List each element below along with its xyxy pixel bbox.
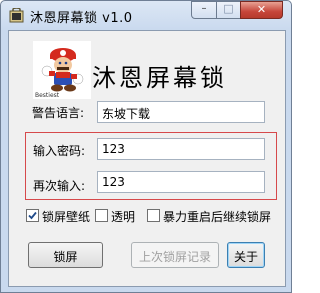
last-lock-record-button[interactable]: 上次锁屏记录 [131,242,219,268]
lock-button[interactable]: 锁屏 [28,242,103,268]
main-window: 沐恩屏幕锁 v1.0 – □ ✕ Bestiest 沐恩屏幕锁 警告语言: 东坡… [0,0,292,293]
window-title: 沐恩屏幕锁 v1.0 [30,11,133,26]
minimize-button[interactable]: – [191,1,217,19]
warning-text-field[interactable]: 东坡下载 [97,101,265,123]
close-button[interactable]: ✕ [240,1,283,19]
mario-logo-icon: Bestiest [33,41,91,99]
client-area: Bestiest 沐恩屏幕锁 警告语言: 东坡下载 输入密码: 123 再次输入… [8,30,286,287]
option-persist-after-reboot[interactable]: 暴力重启后继续锁屏 [147,209,281,225]
window-controls: – □ ✕ [191,1,283,20]
confirm-password-label: 再次输入: [33,179,86,193]
wallpaper-label: 锁屏壁纸 [42,210,91,224]
checkmark-icon [28,211,37,220]
persist-after-reboot-label: 暴力重启后继续锁屏 [163,210,272,224]
warning-label: 警告语言: [32,106,85,120]
minimize-icon: – [201,3,207,14]
about-button[interactable]: 关于 [227,242,265,268]
password-label: 输入密码: [33,144,86,158]
svg-text:Bestiest: Bestiest [35,92,60,99]
option-transparent[interactable]: 透明 [95,209,145,225]
transparent-checkbox[interactable] [95,209,108,222]
title-bar[interactable]: 沐恩屏幕锁 v1.0 – □ ✕ [1,1,291,30]
persist-after-reboot-checkbox[interactable] [147,209,160,222]
transparent-label: 透明 [111,210,136,224]
wallpaper-checkbox[interactable] [26,209,39,222]
confirm-password-field[interactable]: 123 [97,171,265,193]
app-name-heading: 沐恩屏幕锁 [92,64,227,92]
maximize-icon: □ [223,2,234,15]
password-field[interactable]: 123 [97,138,265,160]
close-icon: ✕ [256,3,267,16]
app-icon [9,8,24,23]
maximize-button[interactable]: □ [216,1,241,19]
